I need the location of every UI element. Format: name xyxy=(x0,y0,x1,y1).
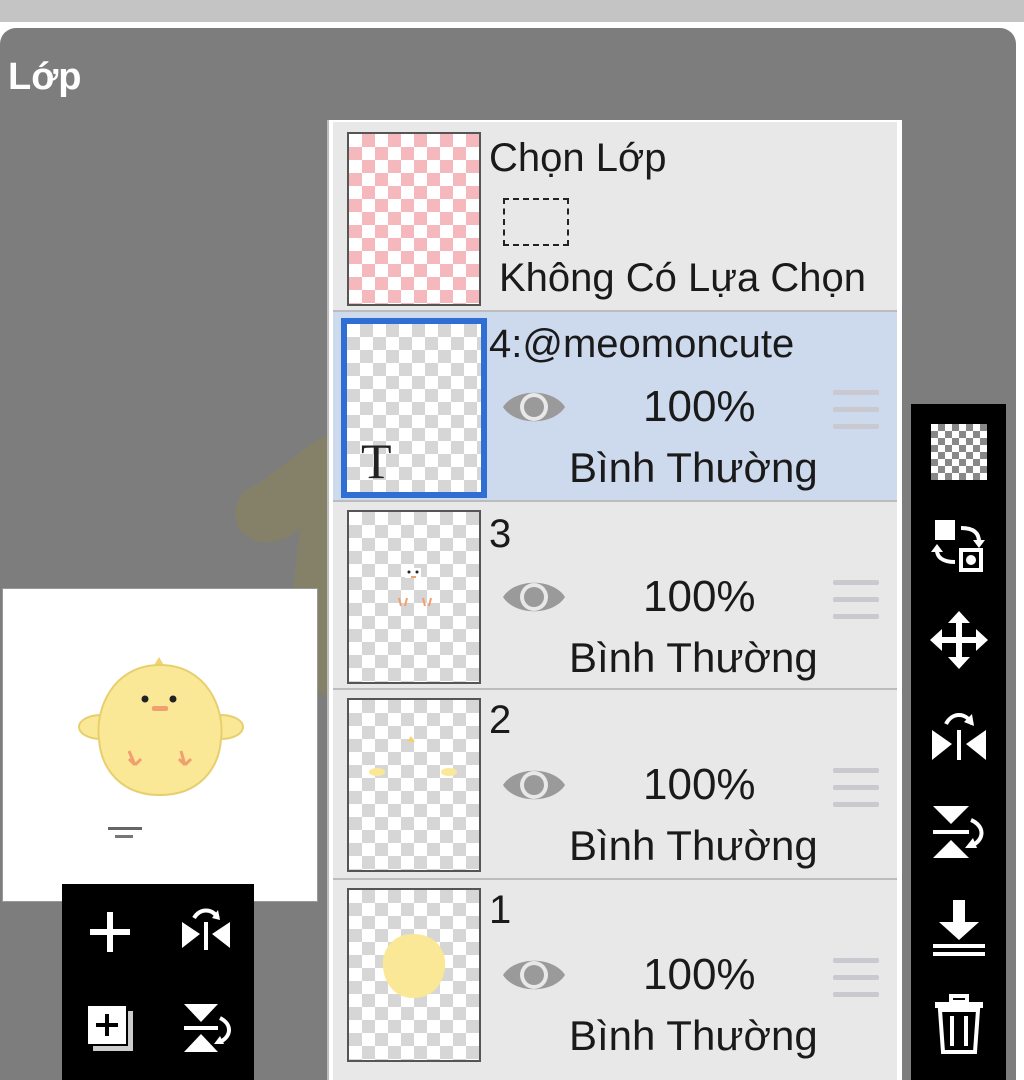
layer-thumbnail xyxy=(347,698,481,872)
layer-thumbnail: T xyxy=(341,318,487,498)
selection-layer-title: Chọn Lớp xyxy=(489,136,667,180)
visibility-eye-icon[interactable] xyxy=(501,384,567,430)
layer-row[interactable]: T 4:@meomoncute 100% Bình Thường xyxy=(333,312,897,502)
layer-thumbnail xyxy=(347,888,481,1062)
panel-title: Lớp xyxy=(8,56,82,98)
drag-handle-icon[interactable] xyxy=(833,580,879,622)
add-layer-icon[interactable] xyxy=(70,892,150,972)
drag-handle-icon[interactable] xyxy=(833,768,879,810)
transparency-checker-icon[interactable] xyxy=(911,412,1006,492)
layer-row[interactable]: 2 100% Bình Thường xyxy=(333,690,897,880)
layer-actions-toolbar xyxy=(62,884,254,1080)
layer-blend-mode[interactable]: Bình Thường xyxy=(569,634,818,682)
layer-name: 4:@meomoncute xyxy=(489,322,795,366)
right-toolbar xyxy=(911,404,1006,1080)
chick-illustration xyxy=(78,657,244,838)
visibility-eye-icon[interactable] xyxy=(501,952,567,998)
flip-vertical-icon[interactable] xyxy=(911,792,1006,872)
drag-handle-icon[interactable] xyxy=(833,958,879,1000)
flip-vertical-icon[interactable] xyxy=(166,988,246,1068)
flip-horizontal-icon[interactable] xyxy=(911,696,1006,776)
duplicate-layer-icon[interactable] xyxy=(70,988,150,1068)
selection-marquee-icon xyxy=(503,198,569,246)
top-bar xyxy=(0,0,1024,22)
drag-handle-icon[interactable] xyxy=(833,390,879,432)
layer-name: 3 xyxy=(489,512,512,556)
layers-list: Chọn Lớp Không Có Lựa Chọn T 4:@meomoncu… xyxy=(327,120,902,1080)
layer-opacity[interactable]: 100% xyxy=(643,382,756,432)
selection-layer-row[interactable]: Chọn Lớp Không Có Lựa Chọn xyxy=(333,122,897,312)
layer-thumbnail xyxy=(347,510,481,684)
layer-row[interactable]: 1 100% Bình Thường xyxy=(333,880,897,1080)
trash-icon[interactable] xyxy=(911,984,1006,1064)
layer-blend-mode[interactable]: Bình Thường xyxy=(569,1012,818,1060)
layer-blend-mode[interactable]: Bình Thường xyxy=(569,444,818,492)
layer-opacity[interactable]: 100% xyxy=(643,760,756,810)
move-icon[interactable] xyxy=(911,600,1006,680)
layer-name: 2 xyxy=(489,698,512,742)
layer-row[interactable]: 3 100% Bình Thường xyxy=(333,502,897,690)
canvas-preview[interactable] xyxy=(2,588,318,902)
selection-thumbnail xyxy=(347,132,481,306)
selection-status: Không Có Lựa Chọn xyxy=(499,256,867,300)
layer-opacity[interactable]: 100% xyxy=(643,572,756,622)
merge-down-icon[interactable] xyxy=(911,888,1006,968)
layer-opacity[interactable]: 100% xyxy=(643,950,756,1000)
visibility-eye-icon[interactable] xyxy=(501,762,567,808)
swap-layers-icon[interactable] xyxy=(911,506,1006,586)
layer-name: 1 xyxy=(489,888,512,932)
flip-horizontal-icon[interactable] xyxy=(166,892,246,972)
layer-blend-mode[interactable]: Bình Thường xyxy=(569,822,818,870)
visibility-eye-icon[interactable] xyxy=(501,574,567,620)
text-layer-glyph: T xyxy=(361,433,392,489)
